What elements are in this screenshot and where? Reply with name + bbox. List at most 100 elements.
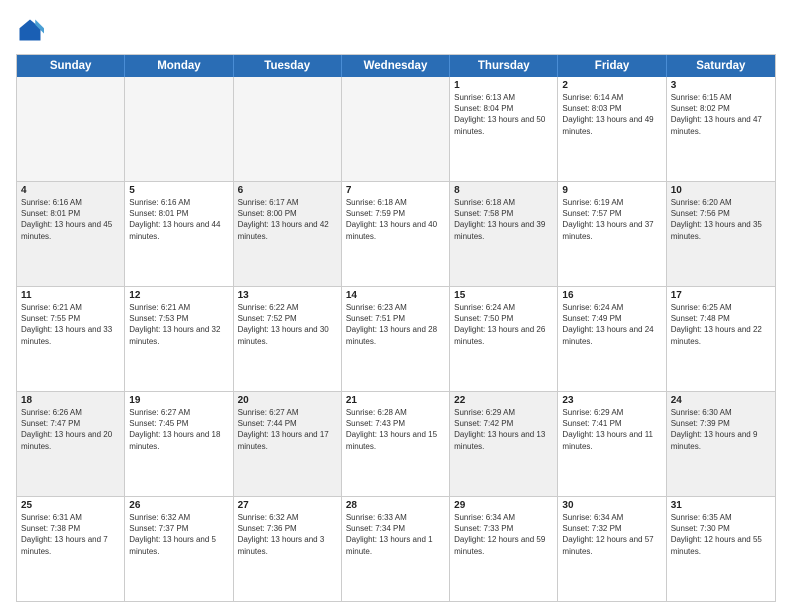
day-info: Sunrise: 6:24 AMSunset: 7:49 PMDaylight:… [562, 302, 661, 347]
calendar-cell: 18Sunrise: 6:26 AMSunset: 7:47 PMDayligh… [17, 392, 125, 496]
day-number: 12 [129, 290, 228, 301]
calendar-cell: 23Sunrise: 6:29 AMSunset: 7:41 PMDayligh… [558, 392, 666, 496]
day-info: Sunrise: 6:35 AMSunset: 7:30 PMDaylight:… [671, 512, 771, 557]
day-info: Sunrise: 6:31 AMSunset: 7:38 PMDaylight:… [21, 512, 120, 557]
day-number: 24 [671, 395, 771, 406]
calendar-cell: 26Sunrise: 6:32 AMSunset: 7:37 PMDayligh… [125, 497, 233, 601]
day-info: Sunrise: 6:28 AMSunset: 7:43 PMDaylight:… [346, 407, 445, 452]
day-number: 19 [129, 395, 228, 406]
day-info: Sunrise: 6:18 AMSunset: 7:59 PMDaylight:… [346, 197, 445, 242]
calendar-row: 4Sunrise: 6:16 AMSunset: 8:01 PMDaylight… [17, 181, 775, 286]
day-number: 15 [454, 290, 553, 301]
day-info: Sunrise: 6:27 AMSunset: 7:45 PMDaylight:… [129, 407, 228, 452]
day-info: Sunrise: 6:30 AMSunset: 7:39 PMDaylight:… [671, 407, 771, 452]
calendar-row: 18Sunrise: 6:26 AMSunset: 7:47 PMDayligh… [17, 391, 775, 496]
calendar-cell: 17Sunrise: 6:25 AMSunset: 7:48 PMDayligh… [667, 287, 775, 391]
calendar-row: 25Sunrise: 6:31 AMSunset: 7:38 PMDayligh… [17, 496, 775, 601]
day-info: Sunrise: 6:16 AMSunset: 8:01 PMDaylight:… [129, 197, 228, 242]
day-number: 31 [671, 500, 771, 511]
calendar-cell: 9Sunrise: 6:19 AMSunset: 7:57 PMDaylight… [558, 182, 666, 286]
day-info: Sunrise: 6:16 AMSunset: 8:01 PMDaylight:… [21, 197, 120, 242]
calendar-cell: 20Sunrise: 6:27 AMSunset: 7:44 PMDayligh… [234, 392, 342, 496]
day-info: Sunrise: 6:20 AMSunset: 7:56 PMDaylight:… [671, 197, 771, 242]
calendar-cell: 30Sunrise: 6:34 AMSunset: 7:32 PMDayligh… [558, 497, 666, 601]
day-info: Sunrise: 6:24 AMSunset: 7:50 PMDaylight:… [454, 302, 553, 347]
day-info: Sunrise: 6:15 AMSunset: 8:02 PMDaylight:… [671, 92, 771, 137]
calendar-cell: 21Sunrise: 6:28 AMSunset: 7:43 PMDayligh… [342, 392, 450, 496]
calendar-cell: 12Sunrise: 6:21 AMSunset: 7:53 PMDayligh… [125, 287, 233, 391]
day-number: 21 [346, 395, 445, 406]
day-info: Sunrise: 6:19 AMSunset: 7:57 PMDaylight:… [562, 197, 661, 242]
calendar-cell: 22Sunrise: 6:29 AMSunset: 7:42 PMDayligh… [450, 392, 558, 496]
calendar-cell: 14Sunrise: 6:23 AMSunset: 7:51 PMDayligh… [342, 287, 450, 391]
calendar-day-header: Friday [558, 55, 666, 77]
day-number: 29 [454, 500, 553, 511]
day-number: 30 [562, 500, 661, 511]
day-info: Sunrise: 6:25 AMSunset: 7:48 PMDaylight:… [671, 302, 771, 347]
day-number: 5 [129, 185, 228, 196]
day-number: 1 [454, 80, 553, 91]
calendar-day-header: Thursday [450, 55, 558, 77]
day-number: 22 [454, 395, 553, 406]
day-number: 9 [562, 185, 661, 196]
calendar-cell: 24Sunrise: 6:30 AMSunset: 7:39 PMDayligh… [667, 392, 775, 496]
day-info: Sunrise: 6:29 AMSunset: 7:41 PMDaylight:… [562, 407, 661, 452]
calendar-cell: 16Sunrise: 6:24 AMSunset: 7:49 PMDayligh… [558, 287, 666, 391]
calendar-cell: 11Sunrise: 6:21 AMSunset: 7:55 PMDayligh… [17, 287, 125, 391]
logo-icon [16, 16, 44, 44]
day-number: 3 [671, 80, 771, 91]
day-info: Sunrise: 6:27 AMSunset: 7:44 PMDaylight:… [238, 407, 337, 452]
day-number: 25 [21, 500, 120, 511]
day-info: Sunrise: 6:17 AMSunset: 8:00 PMDaylight:… [238, 197, 337, 242]
day-info: Sunrise: 6:14 AMSunset: 8:03 PMDaylight:… [562, 92, 661, 137]
calendar-cell: 1Sunrise: 6:13 AMSunset: 8:04 PMDaylight… [450, 77, 558, 181]
day-number: 2 [562, 80, 661, 91]
calendar-cell: 28Sunrise: 6:33 AMSunset: 7:34 PMDayligh… [342, 497, 450, 601]
day-number: 18 [21, 395, 120, 406]
day-number: 16 [562, 290, 661, 301]
calendar-cell: 6Sunrise: 6:17 AMSunset: 8:00 PMDaylight… [234, 182, 342, 286]
calendar-cell: 27Sunrise: 6:32 AMSunset: 7:36 PMDayligh… [234, 497, 342, 601]
calendar-cell: 15Sunrise: 6:24 AMSunset: 7:50 PMDayligh… [450, 287, 558, 391]
day-number: 6 [238, 185, 337, 196]
day-number: 10 [671, 185, 771, 196]
day-number: 7 [346, 185, 445, 196]
calendar-day-header: Saturday [667, 55, 775, 77]
day-info: Sunrise: 6:23 AMSunset: 7:51 PMDaylight:… [346, 302, 445, 347]
calendar-day-header: Sunday [17, 55, 125, 77]
logo [16, 16, 48, 44]
calendar-day-header: Monday [125, 55, 233, 77]
day-info: Sunrise: 6:34 AMSunset: 7:32 PMDaylight:… [562, 512, 661, 557]
day-number: 13 [238, 290, 337, 301]
calendar-cell [17, 77, 125, 181]
day-number: 28 [346, 500, 445, 511]
page: SundayMondayTuesdayWednesdayThursdayFrid… [0, 0, 792, 612]
day-info: Sunrise: 6:32 AMSunset: 7:36 PMDaylight:… [238, 512, 337, 557]
day-info: Sunrise: 6:18 AMSunset: 7:58 PMDaylight:… [454, 197, 553, 242]
calendar-cell: 31Sunrise: 6:35 AMSunset: 7:30 PMDayligh… [667, 497, 775, 601]
header [16, 16, 776, 44]
day-number: 23 [562, 395, 661, 406]
calendar-cell: 25Sunrise: 6:31 AMSunset: 7:38 PMDayligh… [17, 497, 125, 601]
calendar-row: 1Sunrise: 6:13 AMSunset: 8:04 PMDaylight… [17, 77, 775, 181]
calendar-cell: 5Sunrise: 6:16 AMSunset: 8:01 PMDaylight… [125, 182, 233, 286]
day-info: Sunrise: 6:22 AMSunset: 7:52 PMDaylight:… [238, 302, 337, 347]
day-info: Sunrise: 6:29 AMSunset: 7:42 PMDaylight:… [454, 407, 553, 452]
calendar-cell [125, 77, 233, 181]
calendar-cell [342, 77, 450, 181]
calendar-cell: 29Sunrise: 6:34 AMSunset: 7:33 PMDayligh… [450, 497, 558, 601]
calendar-cell: 7Sunrise: 6:18 AMSunset: 7:59 PMDaylight… [342, 182, 450, 286]
day-number: 26 [129, 500, 228, 511]
day-info: Sunrise: 6:33 AMSunset: 7:34 PMDaylight:… [346, 512, 445, 557]
calendar-day-header: Tuesday [234, 55, 342, 77]
calendar-header: SundayMondayTuesdayWednesdayThursdayFrid… [17, 55, 775, 77]
day-info: Sunrise: 6:32 AMSunset: 7:37 PMDaylight:… [129, 512, 228, 557]
calendar-cell [234, 77, 342, 181]
day-number: 17 [671, 290, 771, 301]
calendar-cell: 4Sunrise: 6:16 AMSunset: 8:01 PMDaylight… [17, 182, 125, 286]
calendar-cell: 8Sunrise: 6:18 AMSunset: 7:58 PMDaylight… [450, 182, 558, 286]
day-number: 27 [238, 500, 337, 511]
day-info: Sunrise: 6:13 AMSunset: 8:04 PMDaylight:… [454, 92, 553, 137]
calendar-row: 11Sunrise: 6:21 AMSunset: 7:55 PMDayligh… [17, 286, 775, 391]
day-number: 4 [21, 185, 120, 196]
